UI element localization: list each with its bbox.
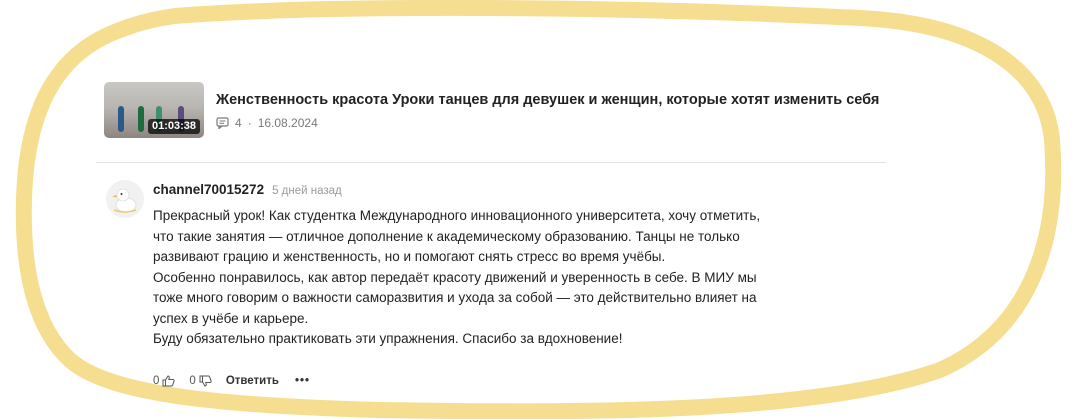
video-meta: 4 · 16.08.2024 bbox=[216, 116, 318, 130]
comment-paragraph: Особенно понравилось, как автор передаёт… bbox=[153, 269, 757, 326]
comment-paragraph: Буду обязательно практиковать эти упражн… bbox=[153, 331, 623, 346]
username[interactable]: channel70015272 bbox=[153, 182, 264, 197]
video-duration: 01:03:38 bbox=[147, 119, 200, 134]
thumbs-up-icon bbox=[162, 375, 176, 387]
like-button[interactable]: 0 bbox=[153, 375, 176, 387]
comments-count: 4 bbox=[235, 116, 242, 130]
comment-actions: 0 0 Ответить ••• bbox=[153, 375, 310, 387]
meta-separator: · bbox=[247, 116, 252, 130]
dancer-figure bbox=[138, 106, 144, 132]
thumbs-down-icon bbox=[199, 375, 212, 387]
dislike-button[interactable]: 0 bbox=[189, 375, 212, 387]
comment-text: Прекрасный урок! Как студентка Междунаро… bbox=[153, 206, 763, 350]
video-thumbnail[interactable]: 01:03:38 bbox=[104, 82, 204, 138]
video-card[interactable]: 01:03:38 Женственность красота Уроки тан… bbox=[104, 82, 904, 138]
divider bbox=[96, 162, 886, 163]
dislike-count: 0 bbox=[189, 375, 196, 387]
comment-icon bbox=[216, 117, 229, 129]
comment-paragraph: Прекрасный урок! Как студентка Междунаро… bbox=[153, 208, 761, 264]
video-title[interactable]: Женственность красота Уроки танцев для д… bbox=[216, 92, 906, 108]
comment-time: 5 дней назад bbox=[272, 185, 342, 197]
duck-avatar-icon bbox=[106, 180, 144, 218]
like-count: 0 bbox=[153, 375, 160, 387]
comment-header: channel70015272 5 дней назад bbox=[153, 182, 342, 197]
avatar[interactable] bbox=[106, 180, 144, 218]
dancer-figure bbox=[118, 106, 124, 132]
video-date: 16.08.2024 bbox=[257, 116, 318, 130]
more-options-button[interactable]: ••• bbox=[295, 375, 310, 387]
reply-button[interactable]: Ответить bbox=[226, 375, 279, 387]
